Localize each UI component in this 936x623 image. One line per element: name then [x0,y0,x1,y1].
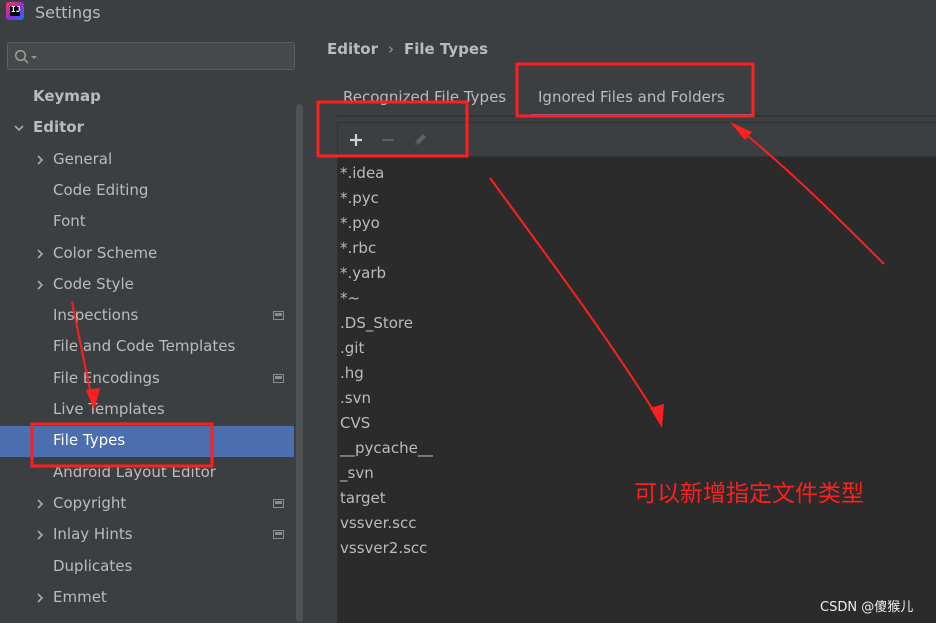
intellij-app-icon: IJ [6,2,24,20]
sidebar-item-android-layout-editor[interactable]: Android Layout Editor [0,458,305,489]
sidebar-item-label: Editor [33,118,84,137]
breadcrumb-current: File Types [404,40,488,58]
sidebar-item-file-encodings[interactable]: File Encodings [0,364,305,395]
chevron-right-icon[interactable] [33,278,47,292]
sidebar-item-label: Copyright [53,493,127,512]
sidebar-item-label: File Encodings [53,368,160,387]
sidebar-item-duplicates[interactable]: Duplicates [0,552,305,583]
ignored-files-panel: *.idea *.pyc *.pyo *.rbc *.yarb *~ .DS_Store .g… [337,122,936,623]
chevron-right-icon[interactable] [33,528,47,542]
sidebar-item-font[interactable]: Font [0,207,305,238]
sidebar-item-editor[interactable]: Editor [0,113,305,144]
tab-recognized-file-types[interactable]: Recognized File Types [343,88,506,106]
sidebar-item-inlay-hints[interactable]: Inlay Hints [0,520,305,551]
sidebar-item-inspections[interactable]: Inspections [0,301,305,332]
chevron-right-icon[interactable] [33,591,47,605]
pencil-icon [414,134,426,146]
list-item[interactable]: *.pyc [340,186,433,211]
sidebar-item-code-style[interactable]: Code Style [0,270,305,301]
sidebar-item-label: General [53,149,113,168]
sidebar-scrollbar-thumb[interactable] [296,104,303,622]
sidebar-item-label: Inlay Hints [53,525,133,544]
watermark: CSDN @傻猴儿 [820,600,914,615]
minus-icon [382,139,394,141]
list-item[interactable]: target [340,486,433,511]
list-item[interactable]: *.yarb [340,261,433,286]
sidebar-item-label: Color Scheme [53,243,158,262]
active-tab-indicator [531,114,753,117]
chevron-right-icon[interactable] [33,497,47,511]
list-toolbar [338,123,936,157]
chevron-right-icon[interactable] [33,247,47,261]
chevron-down-icon[interactable] [12,121,26,135]
sidebar-item-label: Keymap [33,87,101,105]
sidebar-item-copyright[interactable]: Copyright [0,489,305,520]
project-settings-icon [273,498,284,508]
tab-ignored-files-and-folders[interactable]: Ignored Files and Folders [538,88,725,106]
settings-sidebar: Keymap Editor General Code Editing Font Color… [0,28,305,622]
list-item[interactable]: .DS_Store [340,311,433,336]
sidebar-item-label: Font [53,212,86,231]
plus-icon [350,134,362,146]
chevron-right-icon[interactable] [33,153,47,167]
project-settings-icon [273,373,284,383]
sidebar-item-label: Android Layout Editor [53,462,216,481]
add-button[interactable] [346,130,366,150]
list-item[interactable]: vssver.scc [340,511,433,536]
list-item[interactable]: vssver2.scc [340,536,433,561]
search-icon [14,49,37,64]
list-item[interactable]: *~ [340,286,433,311]
list-item[interactable]: *.idea [340,161,433,186]
sidebar-item-file-and-code-templates[interactable]: File and Code Templates [0,332,305,363]
list-item[interactable]: .git [340,336,433,361]
breadcrumb-parent[interactable]: Editor [327,40,378,58]
sidebar-item-color-scheme[interactable]: Color Scheme [0,239,305,270]
settings-main-panel: Editor › File Types Recognized File Types … [305,28,936,623]
sidebar-item-label: Emmet [53,587,107,606]
sidebar-item-general[interactable]: General [0,145,305,176]
sidebar-item-live-templates[interactable]: Live Templates [0,395,305,426]
window-title: Settings [35,3,101,22]
sidebar-item-label: Live Templates [53,400,165,418]
sidebar-item-label: Duplicates [53,556,133,575]
breadcrumb: Editor › File Types [327,40,488,58]
list-item[interactable]: .svn [340,386,433,411]
list-item[interactable]: .hg [340,361,433,386]
sidebar-item-label: File and Code Templates [53,337,236,356]
list-item[interactable]: __pycache__ [340,436,433,461]
sidebar-item-label: File Types [53,431,126,450]
sidebar-item-emmet[interactable]: Emmet [0,583,305,614]
app-icon-text: IJ [11,5,21,14]
list-item[interactable]: CVS [340,411,433,436]
sidebar-item-file-types[interactable]: File Types [0,426,305,458]
list-item[interactable]: *.rbc [340,236,433,261]
window-title-bar: IJ Settings [0,0,936,28]
sidebar-item-label: Inspections [53,306,139,325]
sidebar-item-code-editing[interactable]: Code Editing [0,176,305,207]
project-settings-icon [273,530,284,540]
breadcrumb-separator: › [388,40,394,58]
sidebar-item-label: Code Editing [53,180,149,199]
search-box[interactable] [7,42,295,70]
search-input[interactable] [48,46,292,68]
list-item[interactable]: _svn [340,461,433,486]
sidebar-item-keymap[interactable]: Keymap [0,82,305,113]
sidebar-item-label: Code Style [53,274,134,293]
remove-button[interactable] [378,130,398,150]
edit-button[interactable] [410,130,430,150]
list-item[interactable]: *.pyo [340,211,433,236]
annotation-note: 可以新增指定文件类型 [634,481,864,507]
project-settings-icon [273,311,284,321]
sidebar-scrollbar[interactable] [294,104,305,622]
ignored-files-list: *.idea *.pyc *.pyo *.rbc *.yarb *~ .DS_Store .g… [340,161,433,561]
